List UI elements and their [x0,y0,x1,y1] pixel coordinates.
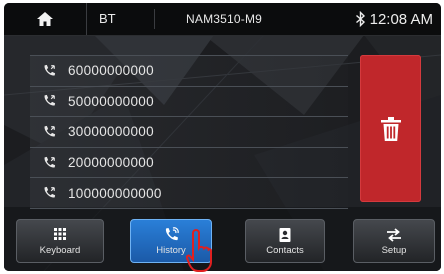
head-unit-screen: BT NAM3510-M9 12:08 AM 60000000000 500000… [4,3,441,271]
phone-number: 30000000000 [68,124,154,140]
home-icon [37,12,53,26]
phone-number: 50000000000 [68,93,154,109]
phone-number: 100000000000 [68,185,162,201]
phone-icon [44,187,56,198]
phone-icon [44,64,56,76]
tab-label: Setup [381,244,407,256]
contacts-icon [279,227,291,242]
call-history-row[interactable]: 20000000000 [30,147,348,179]
call-history-row[interactable]: 60000000000 [30,55,348,87]
bluetooth-icon [355,11,365,27]
tab-label: Keyboard [39,244,81,256]
status-divider [154,9,155,29]
bottom-tab-bar: Keyboard History Contacts Setup [4,215,441,271]
tab-setup[interactable]: Setup [353,219,435,263]
keypad-icon [54,227,66,240]
tab-label: Contacts [266,244,304,256]
pointer-hand-icon [186,228,212,272]
trash-icon [380,116,401,141]
phone-icon [44,156,56,168]
call-history-row[interactable]: 100000000000 [30,178,348,209]
phone-icon [44,95,56,106]
tab-contacts[interactable]: Contacts [245,219,325,263]
call-history-row[interactable]: 50000000000 [30,86,348,118]
phone-number: 20000000000 [68,155,154,171]
phone-icon [44,125,56,137]
phone-number: 60000000000 [68,63,154,79]
tab-label: History [156,244,186,256]
bt-label: BT [99,11,116,26]
home-button[interactable] [4,3,87,35]
swap-arrows-icon [387,227,401,242]
delete-button[interactable] [360,55,421,202]
call-history-icon [165,226,179,240]
call-history-row[interactable]: 30000000000 [30,117,348,148]
tab-keyboard[interactable]: Keyboard [16,219,104,263]
clock-time: 12:08 AM [369,10,433,28]
device-name: NAM3510-M9 [186,12,263,26]
status-clock-area: 12:08 AM [355,3,433,35]
call-history-list: 60000000000 50000000000 30000000000 2000000… [30,55,348,209]
status-bar: BT NAM3510-M9 12:08 AM [4,3,441,36]
